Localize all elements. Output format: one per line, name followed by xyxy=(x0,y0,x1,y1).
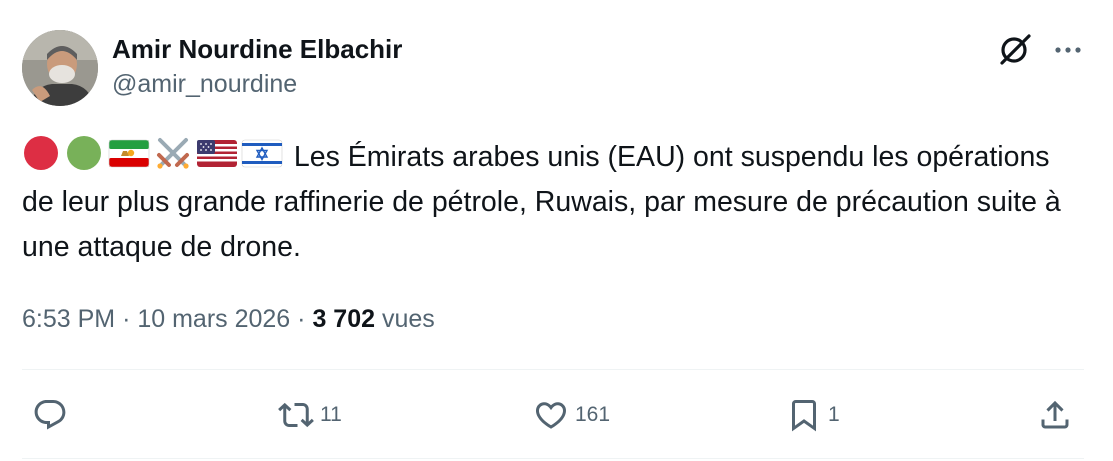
red-circle-icon xyxy=(22,135,62,171)
meta-separator: · xyxy=(122,305,131,333)
tweet-time[interactable]: 6:53 PM xyxy=(22,305,115,333)
display-name[interactable]: Amir Nourdine Elbachir xyxy=(112,32,402,66)
tweet-text: Les Émirats arabes unis (EAU) ont suspen… xyxy=(22,135,1082,270)
tweet-meta: 6:53 PM · 10 mars 2026 · 3 702 vues xyxy=(22,302,435,336)
user-handle[interactable]: @amir_nourdine xyxy=(112,68,402,100)
tweet-date[interactable]: 10 mars 2026 xyxy=(137,305,290,333)
grok-icon[interactable] xyxy=(998,32,1032,66)
divider xyxy=(22,369,1084,370)
israel-flag-icon xyxy=(241,135,283,171)
reply-button[interactable] xyxy=(32,395,74,435)
share-button[interactable] xyxy=(1037,395,1073,435)
avatar[interactable] xyxy=(22,30,98,106)
bookmark-button[interactable]: 1 xyxy=(786,395,840,435)
like-count: 161 xyxy=(575,403,611,426)
retweet-button[interactable]: 11 xyxy=(278,395,342,435)
author-block[interactable]: Amir Nourdine Elbachir @amir_nourdine xyxy=(112,32,402,100)
views-count[interactable]: 3 702 xyxy=(312,305,375,333)
retweet-count: 11 xyxy=(320,403,342,426)
tweet-card: Amir Nourdine Elbachir @amir_nourdine Le… xyxy=(0,0,1113,461)
bookmark-count: 1 xyxy=(828,403,840,426)
like-button[interactable]: 161 xyxy=(533,395,610,435)
share-icon xyxy=(1037,397,1073,433)
iran-flag-icon xyxy=(108,135,150,171)
more-options-icon[interactable] xyxy=(1052,38,1084,62)
retweet-icon xyxy=(278,397,314,433)
avatar-image xyxy=(22,30,98,106)
bookmark-icon xyxy=(786,397,822,433)
crossed-swords-icon xyxy=(153,135,193,171)
green-circle-icon xyxy=(65,135,105,171)
reply-icon xyxy=(32,397,68,433)
us-flag-icon xyxy=(196,135,238,171)
views-label[interactable]: vues xyxy=(382,305,435,333)
divider xyxy=(22,458,1084,459)
meta-separator: · xyxy=(297,305,306,333)
heart-icon xyxy=(533,397,569,433)
